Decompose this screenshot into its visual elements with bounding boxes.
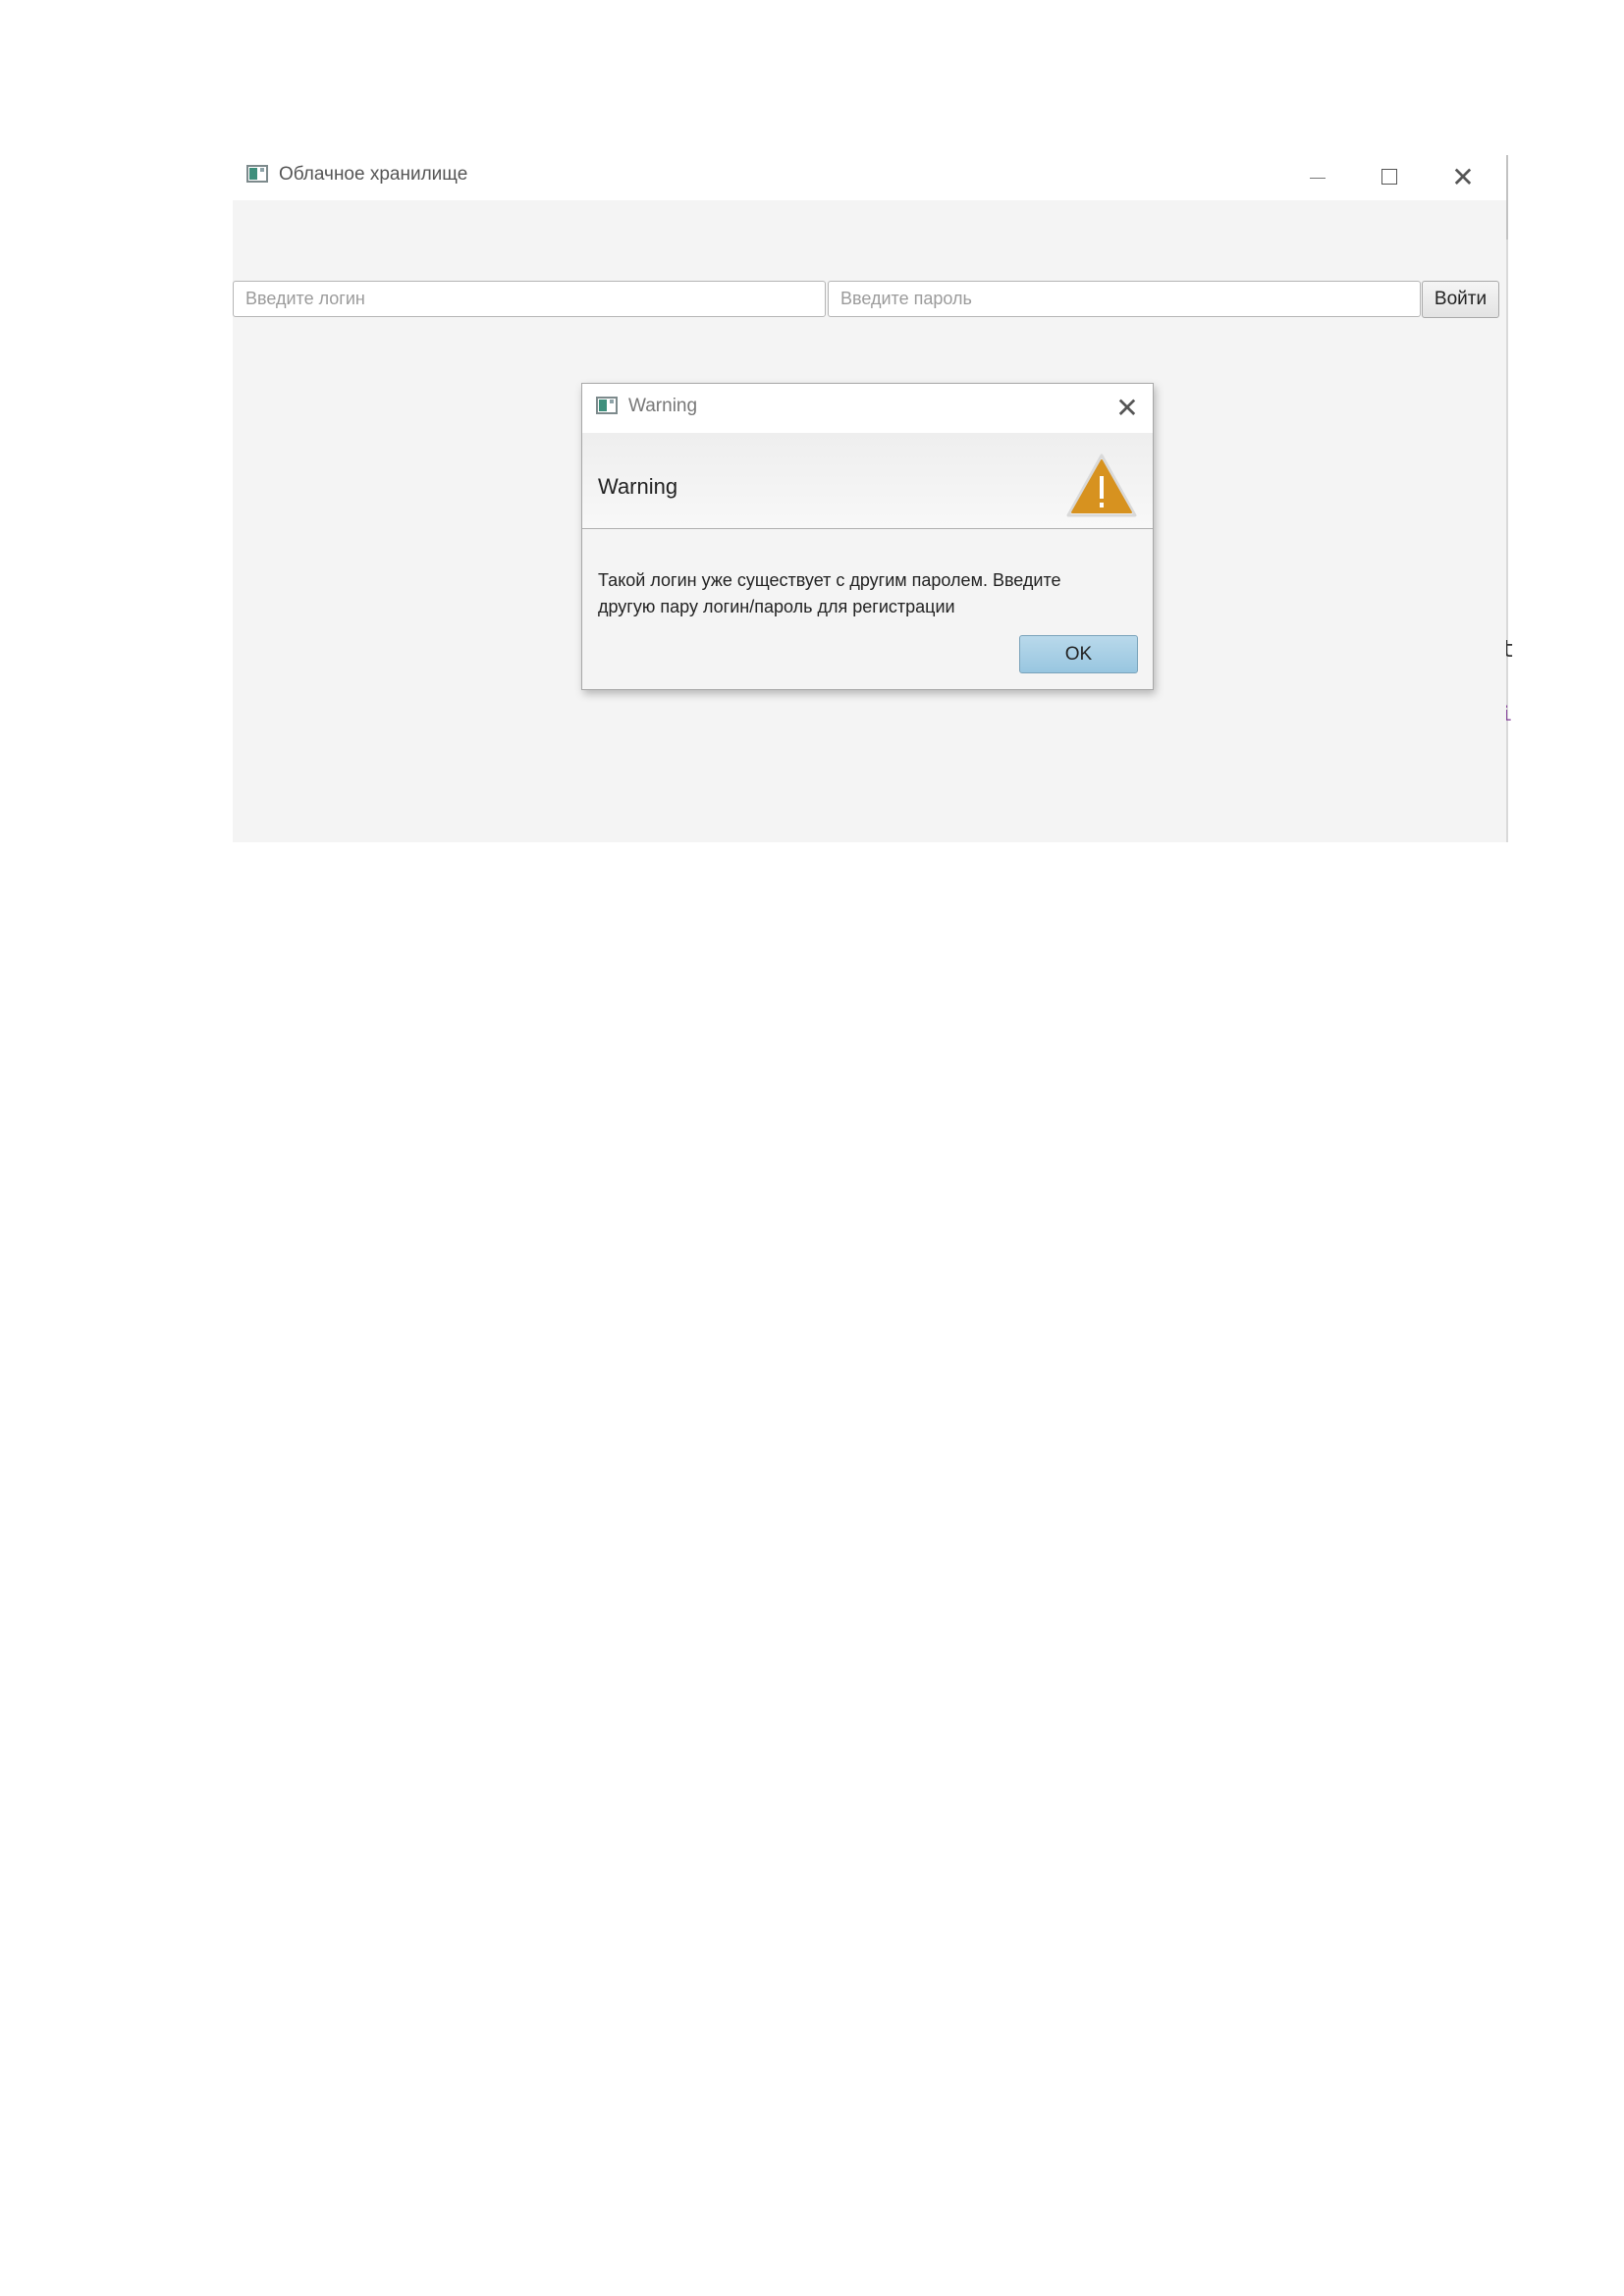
dialog-message: Такой логин уже существует с другим паро…	[598, 567, 1128, 620]
minimize-icon	[1310, 177, 1326, 179]
close-icon: ✕	[1115, 392, 1139, 423]
app-icon	[246, 165, 268, 183]
maximize-icon	[1381, 169, 1397, 185]
ok-button[interactable]: OK	[1019, 635, 1138, 673]
dialog-message-line: Такой логин уже существует с другим паро…	[598, 570, 1061, 590]
dialog-message-line: другую пару логин/пароль для регистрации	[598, 597, 955, 616]
maximize-button[interactable]	[1365, 159, 1414, 194]
login-input[interactable]	[233, 281, 826, 317]
dialog-header-text: Warning	[598, 474, 678, 499]
dialog-header: Warning	[582, 433, 1153, 529]
warning-dialog: Warning ✕ Warning Такой логин уже сущест…	[581, 383, 1154, 690]
window-title: Облачное хранилище	[279, 164, 468, 185]
dialog-close-button[interactable]: ✕	[1112, 392, 1142, 423]
login-button[interactable]: Войти	[1422, 281, 1499, 318]
close-icon: ✕	[1451, 161, 1475, 192]
minimize-button[interactable]	[1293, 159, 1342, 194]
dialog-title: Warning	[628, 396, 698, 416]
warning-triangle-icon	[1066, 454, 1137, 517]
dialog-app-icon	[596, 397, 618, 414]
dialog-titlebar[interactable]: Warning ✕	[582, 384, 1153, 433]
password-input[interactable]	[828, 281, 1421, 317]
window-titlebar[interactable]: Облачное хранилище ✕	[233, 155, 1506, 200]
close-button[interactable]: ✕	[1438, 159, 1488, 194]
